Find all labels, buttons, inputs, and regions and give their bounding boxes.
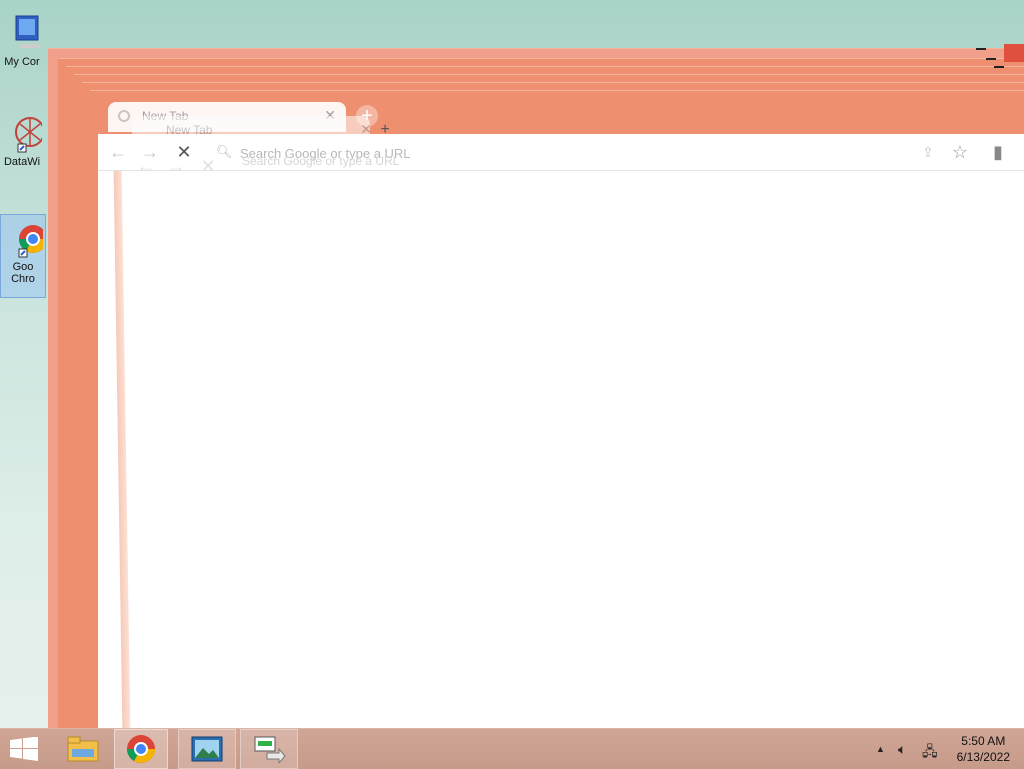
folder-icon [67, 736, 99, 762]
migration-icon [254, 736, 286, 763]
close-icon[interactable] [1004, 44, 1024, 62]
desktop-icon-label: DataWi [3, 156, 41, 168]
minimize-icon[interactable] [986, 58, 996, 60]
desktop-icon-google-chrome[interactable]: Goo Chro [0, 214, 46, 298]
address-bar-ghost-text: Search Google or type a URL [242, 154, 400, 168]
photos-icon [191, 736, 223, 762]
taskbar-file-explorer[interactable] [56, 729, 110, 769]
tab-strip: New Tab ✕ + New Tab ✕ + [98, 100, 1024, 146]
chrome-icon [18, 225, 43, 258]
browser-window: New Tab ✕ + New Tab ✕ + ← → ✕ ← → ✕ 🔍︎ S… [98, 100, 1024, 728]
chevron-up-icon[interactable]: ▲ [876, 744, 885, 754]
share-icon[interactable]: ⇪ [916, 140, 940, 164]
desktop-icon-label: Goo Chro [11, 261, 35, 285]
taskbar-photos[interactable] [178, 729, 236, 769]
taskbar: ▲ 🔈︎ 🖧︎ 5:50 AM 6/13/2022 [0, 728, 1024, 769]
clock-time: 5:50 AM [961, 734, 1006, 748]
network-icon[interactable]: 🖧︎ [922, 741, 938, 765]
speaker-muted-icon[interactable]: 🔈︎ [898, 741, 906, 758]
system-clock[interactable]: 5:50 AM 6/13/2022 [957, 733, 1010, 765]
windows-logo-icon [10, 737, 38, 761]
ghost-window-edge [113, 171, 131, 728]
minimize-icon[interactable] [976, 48, 986, 50]
desktop-icon-datawin[interactable]: DataWi [0, 110, 44, 168]
taskbar-migration-tool[interactable] [240, 729, 298, 769]
bookmark-star-icon[interactable]: ☆ [948, 140, 972, 164]
browser-toolbar: ← → ✕ ← → ✕ 🔍︎ Search Google or type a U… [98, 134, 1024, 176]
side-panel-icon[interactable]: ▮ [986, 140, 1010, 164]
back-icon[interactable]: ← [106, 140, 130, 164]
clock-date: 6/13/2022 [956, 750, 1010, 764]
desktop-icon-label: My Cor [4, 56, 40, 68]
search-icon: 🔍︎ [216, 144, 233, 159]
loading-icon [118, 110, 130, 122]
page-content [98, 171, 1024, 728]
chrome-icon [127, 735, 155, 763]
datawin-icon [15, 117, 42, 153]
computer-icon [15, 15, 40, 48]
taskbar-google-chrome[interactable] [114, 729, 168, 769]
start-button[interactable] [0, 729, 48, 769]
minimize-icon[interactable] [994, 66, 1004, 68]
desktop-icon-my-computer[interactable]: My Cor [0, 10, 44, 68]
